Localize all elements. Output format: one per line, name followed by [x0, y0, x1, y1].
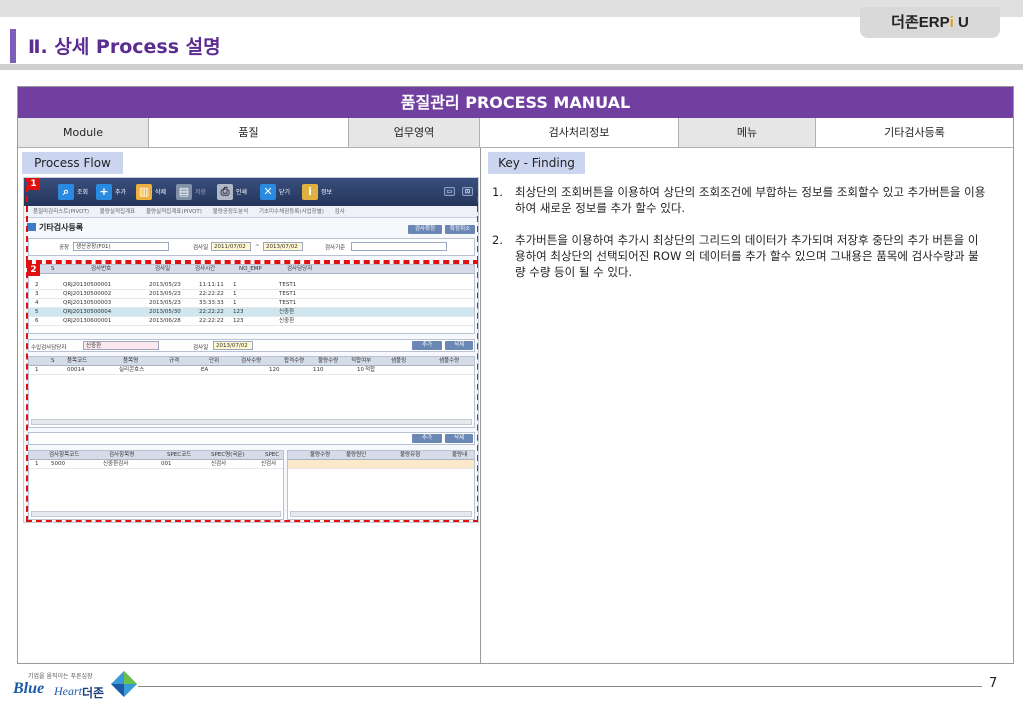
finding-item: 2. 추가버튼을 이용하여 추가시 최상단의 그리드의 데이터가 추가되며 저장후…	[492, 233, 979, 279]
heart-logo-icon	[111, 671, 137, 697]
info-area-value: 검사처리정보	[480, 118, 679, 147]
page-title: Ⅱ. 상세 Process 설명	[28, 36, 221, 58]
page-number: 7	[989, 676, 998, 691]
info-menu-value: 기타검사등록	[816, 118, 1013, 147]
info-module-label: Module	[18, 118, 149, 147]
highlight-box-2	[26, 262, 478, 522]
highlight-box-1	[26, 178, 478, 262]
info-area-label: 업무영역	[349, 118, 480, 147]
manual-frame: 품질관리 PROCESS MANUAL Module 품질 업무영역 검사처리정…	[17, 86, 1014, 664]
brand-logo: 더존ERPi U	[860, 7, 1000, 38]
footer-divider	[138, 686, 982, 687]
manual-title: 품질관리 PROCESS MANUAL	[18, 87, 1013, 118]
column-divider	[480, 148, 481, 664]
title-accent-bar	[10, 29, 16, 63]
process-flow-label: Process Flow	[22, 152, 123, 174]
title-divider	[0, 64, 1023, 70]
erp-screenshot: ⌕ 조회 + 추가 ▥ 삭제 ▤ 저장 ⎙ 인쇄 ✕ 닫기 i 정보 ▭ ⊡ 품질마감리스트(…	[23, 177, 479, 523]
step-badge-2: 2	[27, 264, 40, 276]
info-menu-label: 메뉴	[679, 118, 816, 147]
key-finding-label: Key - Finding	[488, 152, 585, 174]
findings-list: 1. 최상단의 조회버튼을 이용하여 상단의 조회조건에 부합하는 정보를 조회할…	[488, 184, 988, 296]
info-row: Module 품질 업무영역 검사처리정보 메뉴 기타검사등록	[18, 118, 1013, 148]
company-logo: 기업을 움직이는 푸른심장 Blue Heart 더존	[10, 667, 137, 703]
finding-item: 1. 최상단의 조회버튼을 이용하여 상단의 조회조건에 부합하는 정보를 조회할…	[492, 185, 986, 215]
info-module-value: 품질	[149, 118, 349, 147]
step-badge-1: 1	[27, 178, 40, 190]
